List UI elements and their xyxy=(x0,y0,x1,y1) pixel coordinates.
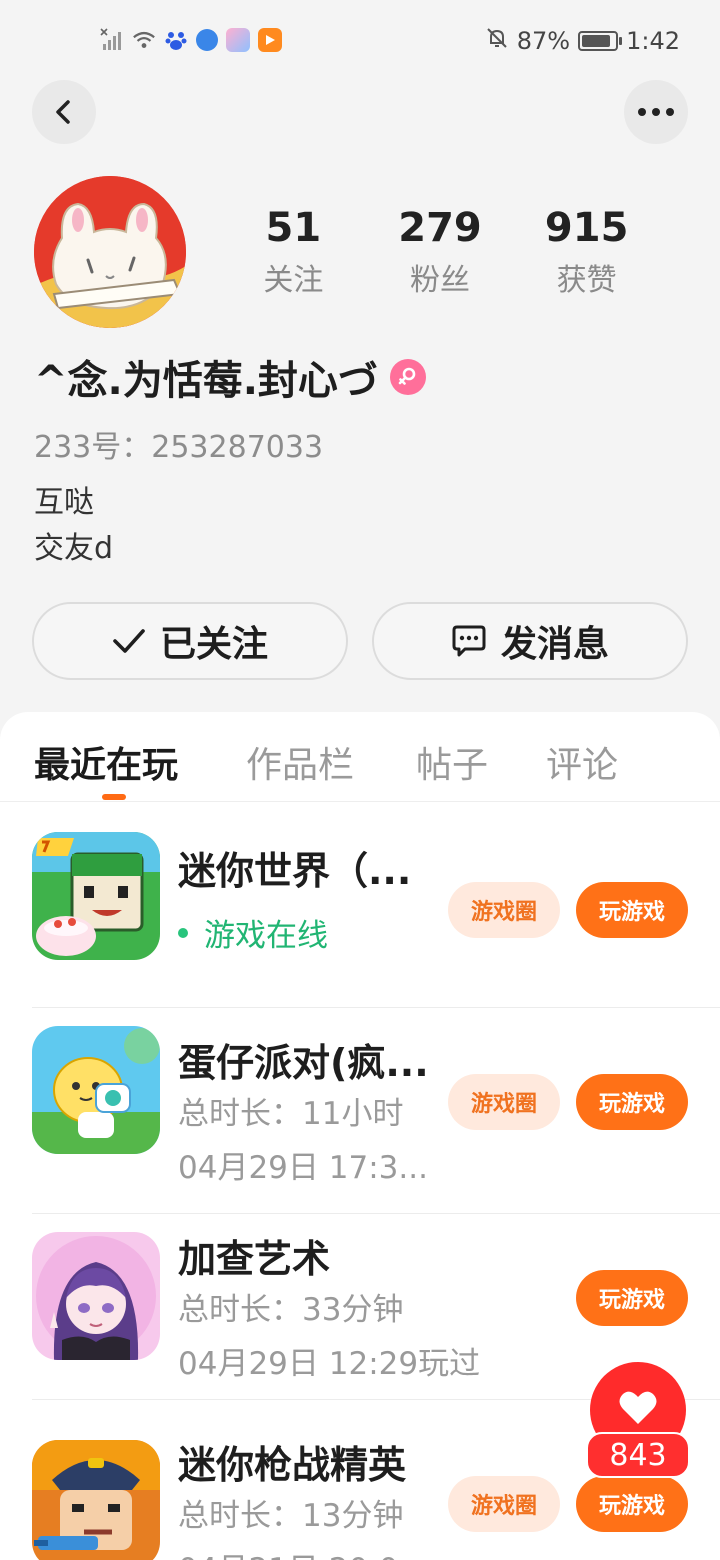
user-id: 233号：253287033 xyxy=(34,430,324,465)
stat-following[interactable]: 51 关注 xyxy=(220,204,367,298)
stat-likes[interactable]: 915 获赞 xyxy=(513,204,660,298)
profile-page: 87% 1:42 51 关注 279 粉丝 915 获赞 ^念.为恬莓.封心づ … xyxy=(0,0,720,1560)
game-title: 蛋仔派对(疯... xyxy=(178,1041,429,1085)
more-button[interactable] xyxy=(624,80,688,144)
check-icon xyxy=(113,629,145,653)
followed-button[interactable]: 已关注 xyxy=(32,602,348,680)
game-title: 加查艺术 xyxy=(178,1237,331,1281)
stat-label: 获赞 xyxy=(556,263,617,298)
nickname-row: ^念.为恬莓.封心づ xyxy=(34,348,426,406)
game-status-text: 游戏在线 xyxy=(204,918,328,954)
heart-icon xyxy=(619,1391,657,1424)
bio: 互哒 交友d xyxy=(34,480,113,572)
stat-label: 粉丝 xyxy=(410,263,470,298)
stat-value: 279 xyxy=(398,205,482,251)
play-game-button[interactable]: 玩游戏 xyxy=(576,1074,688,1130)
game-icon-eggy-party[interactable] xyxy=(32,1026,160,1154)
game-icon-mini-gunfight[interactable] xyxy=(32,1440,160,1560)
tab-active-indicator xyxy=(102,794,126,800)
message-button[interactable]: 发消息 xyxy=(372,602,688,680)
wifi-icon xyxy=(132,28,156,52)
game-item[interactable]: 迷你世界（... 游戏在线 游戏圈 玩游戏 xyxy=(32,802,720,1008)
chat-bubble-icon xyxy=(452,625,486,657)
game-circle-button[interactable]: 游戏圈 xyxy=(448,1476,560,1532)
tab-works[interactable]: 作品栏 xyxy=(246,736,354,788)
game-total-time: 总时长：13分钟 xyxy=(178,1498,404,1534)
bell-off-icon xyxy=(485,26,509,56)
play-game-button[interactable]: 玩游戏 xyxy=(576,1476,688,1532)
play-game-button[interactable]: 玩游戏 xyxy=(576,1270,688,1326)
game-icon-gacha-art[interactable] xyxy=(32,1232,160,1360)
profile-stats: 51 关注 279 粉丝 915 获赞 xyxy=(220,204,660,298)
game-total-time: 总时长：33分钟 xyxy=(178,1292,404,1328)
bio-line: 互哒 xyxy=(34,485,94,520)
back-button[interactable] xyxy=(32,80,96,144)
stat-value: 915 xyxy=(544,205,629,251)
game-total-time: 总时长：11小时 xyxy=(178,1096,404,1132)
avatar[interactable] xyxy=(34,176,186,328)
chevron-left-icon xyxy=(56,100,70,124)
app-icon xyxy=(226,28,250,52)
status-bar: 87% 1:42 xyxy=(0,0,720,84)
female-icon xyxy=(389,359,426,395)
game-last-played: 04月21日 20:0 xyxy=(178,1544,448,1560)
game-item[interactable]: 蛋仔派对(疯... 总时长：11小时 04月29日 17:3... 游戏圈 玩游… xyxy=(32,1008,720,1214)
video-icon xyxy=(258,28,282,52)
game-circle-button[interactable]: 游戏圈 xyxy=(448,1074,560,1130)
game-online-status: 游戏在线 xyxy=(178,910,448,955)
message-label: 发消息 xyxy=(500,624,609,665)
game-title: 迷你世界（... xyxy=(178,849,412,893)
browser-icon xyxy=(196,29,218,51)
signal-off-icon xyxy=(100,28,124,52)
game-title: 迷你枪战精英 xyxy=(178,1443,407,1487)
battery-icon xyxy=(578,31,623,51)
stat-label: 关注 xyxy=(263,263,324,298)
game-icon-mini-world[interactable] xyxy=(32,832,160,960)
stat-value: 51 xyxy=(265,205,322,251)
game-last-played: 04月29日 17:3... xyxy=(178,1150,428,1186)
status-right: 87% 1:42 xyxy=(485,26,680,56)
status-left-icons xyxy=(100,28,282,52)
like-count-badge: 843 xyxy=(586,1432,690,1478)
followed-label: 已关注 xyxy=(159,624,268,665)
battery-percent: 87% xyxy=(516,27,571,55)
play-game-button[interactable]: 玩游戏 xyxy=(576,882,688,938)
profile-tabs: 最近在玩 作品栏 帖子 评论 xyxy=(0,712,720,802)
stat-followers[interactable]: 279 粉丝 xyxy=(367,204,514,298)
game-last-played: 04月29日 12:29玩过 xyxy=(178,1346,481,1382)
online-dot-icon xyxy=(178,927,188,938)
clock: 1:42 xyxy=(626,27,680,55)
tab-recently-played[interactable]: 最近在玩 xyxy=(34,736,178,788)
tab-comments[interactable]: 评论 xyxy=(546,736,618,788)
nickname: ^念.为恬莓.封心づ xyxy=(34,358,378,404)
tab-posts[interactable]: 帖子 xyxy=(416,736,488,788)
bio-line: 交友d xyxy=(34,531,114,566)
more-dots-icon xyxy=(638,108,674,116)
game-circle-button[interactable]: 游戏圈 xyxy=(448,882,560,938)
baidu-icon xyxy=(164,28,188,52)
battery-level xyxy=(582,35,610,47)
